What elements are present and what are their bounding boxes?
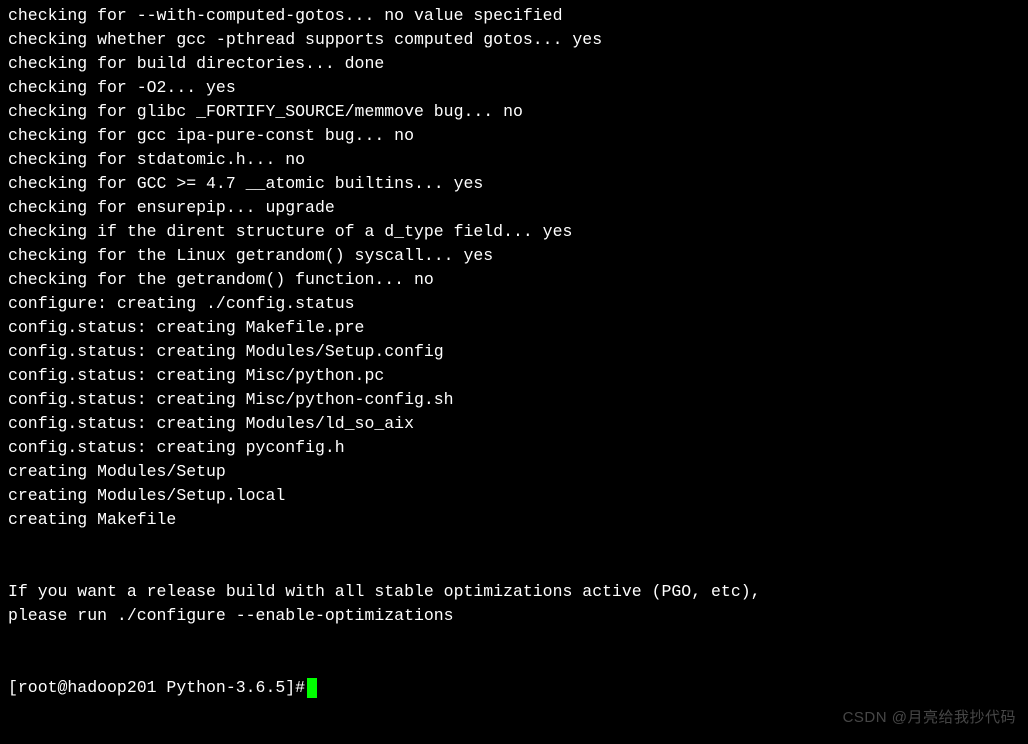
terminal-line: please run ./configure --enable-optimiza… [8, 604, 1028, 628]
terminal-line: checking for the Linux getrandom() sysca… [8, 244, 1028, 268]
watermark: CSDN @月亮给我抄代码 [843, 706, 1016, 730]
terminal-line: checking for build directories... done [8, 52, 1028, 76]
terminal-line: checking for -O2... yes [8, 76, 1028, 100]
terminal-line [8, 532, 1028, 556]
terminal-line: config.status: creating Misc/python.pc [8, 364, 1028, 388]
terminal-line: config.status: creating Makefile.pre [8, 316, 1028, 340]
terminal-line: config.status: creating Modules/ld_so_ai… [8, 412, 1028, 436]
terminal-line [8, 652, 1028, 676]
terminal-line: checking whether gcc -pthread supports c… [8, 28, 1028, 52]
terminal-line: checking for the getrandom() function...… [8, 268, 1028, 292]
terminal-line: checking for ensurepip... upgrade [8, 196, 1028, 220]
terminal-line: config.status: creating pyconfig.h [8, 436, 1028, 460]
terminal-line: creating Modules/Setup.local [8, 484, 1028, 508]
terminal-line: config.status: creating Modules/Setup.co… [8, 340, 1028, 364]
terminal-line [8, 556, 1028, 580]
terminal-line: checking for stdatomic.h... no [8, 148, 1028, 172]
terminal-line: creating Modules/Setup [8, 460, 1028, 484]
terminal-output: checking for --with-computed-gotos... no… [8, 4, 1028, 676]
terminal-line: checking for GCC >= 4.7 __atomic builtin… [8, 172, 1028, 196]
prompt-text: [root@hadoop201 Python-3.6.5]# [8, 676, 305, 700]
terminal-cursor [307, 678, 317, 698]
terminal-line [8, 628, 1028, 652]
terminal-line: config.status: creating Misc/python-conf… [8, 388, 1028, 412]
terminal-line: checking if the dirent structure of a d_… [8, 220, 1028, 244]
terminal-line: checking for --with-computed-gotos... no… [8, 4, 1028, 28]
terminal-line: checking for gcc ipa-pure-const bug... n… [8, 124, 1028, 148]
terminal-line: If you want a release build with all sta… [8, 580, 1028, 604]
terminal-line: checking for glibc _FORTIFY_SOURCE/memmo… [8, 100, 1028, 124]
terminal-line: configure: creating ./config.status [8, 292, 1028, 316]
terminal-line: creating Makefile [8, 508, 1028, 532]
prompt-line[interactable]: [root@hadoop201 Python-3.6.5]# [8, 676, 1028, 700]
